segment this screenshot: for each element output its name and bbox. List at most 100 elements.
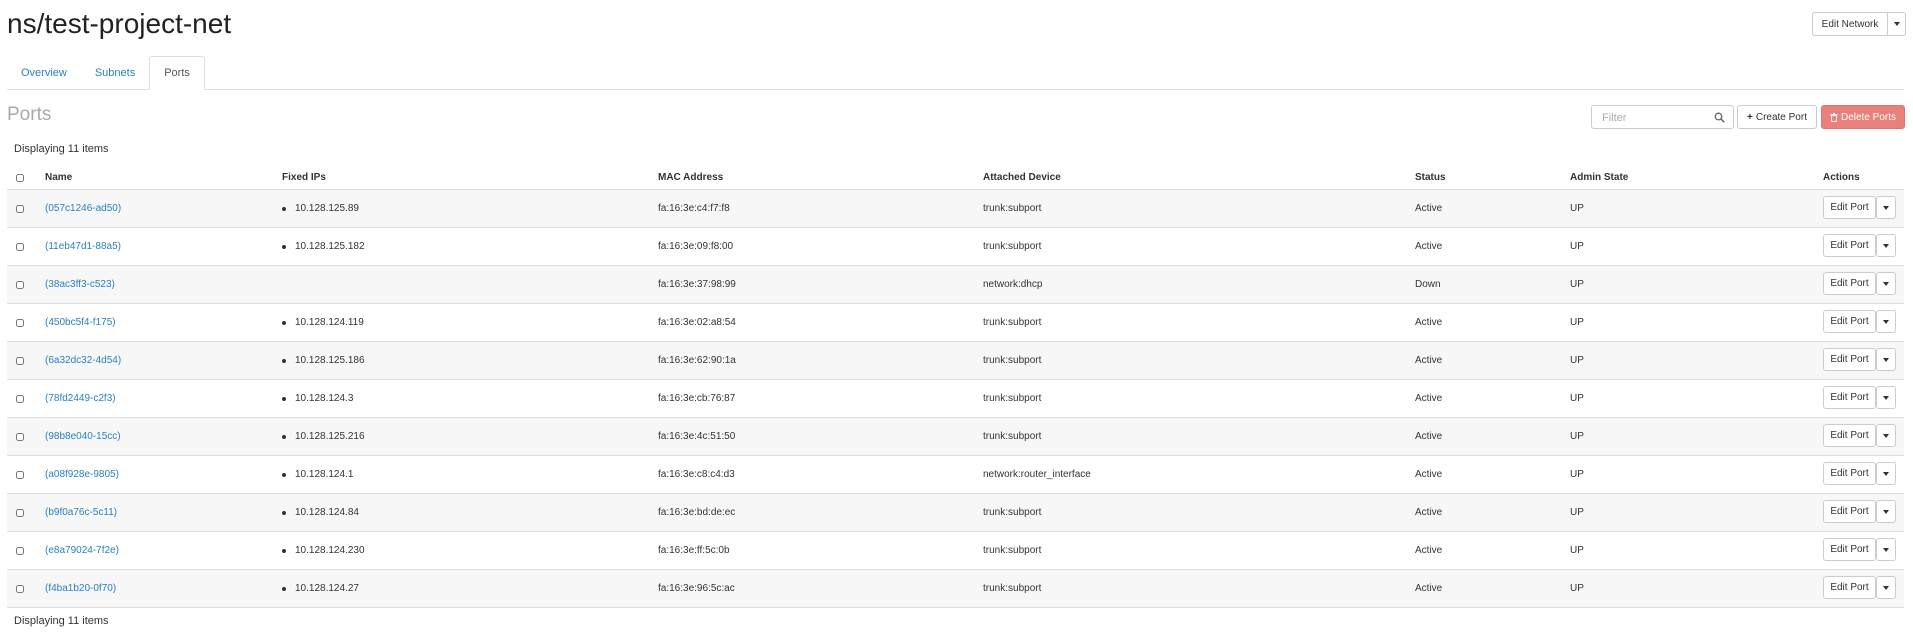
attached-device: network:dhcp	[983, 279, 1043, 290]
tab-overview[interactable]: Overview	[7, 56, 81, 89]
row-actions: Edit Port	[1823, 538, 1896, 561]
bullet-icon	[282, 472, 286, 477]
edit-port-button[interactable]: Edit Port	[1823, 234, 1876, 257]
status: Active	[1415, 203, 1443, 214]
caret-down-icon	[1883, 509, 1889, 514]
row-actions-dropdown-toggle[interactable]	[1876, 386, 1896, 409]
edit-port-button[interactable]: Edit Port	[1823, 348, 1876, 371]
table-row: (98b8e040-15cc) 10.128.125.216 fa:16:3e:…	[7, 418, 1904, 456]
edit-port-button[interactable]: Edit Port	[1823, 538, 1876, 561]
mac-address: fa:16:3e:c8:c4:d3	[658, 469, 735, 480]
column-header-name[interactable]: Name	[45, 166, 72, 189]
row-actions-dropdown-toggle[interactable]	[1876, 196, 1896, 219]
port-name-link[interactable]: (057c1246-ad50)	[45, 203, 121, 214]
edit-port-button[interactable]: Edit Port	[1823, 272, 1876, 295]
port-name-link[interactable]: (78fd2449-c2f3)	[45, 393, 116, 404]
tab-ports[interactable]: Ports	[149, 56, 205, 90]
table-row: (057c1246-ad50) 10.128.125.89 fa:16:3e:c…	[7, 190, 1904, 228]
row-actions: Edit Port	[1823, 234, 1896, 257]
plus-icon: +	[1747, 111, 1753, 123]
search-icon[interactable]	[1714, 112, 1725, 123]
attached-device: trunk:subport	[983, 545, 1042, 556]
table-row: (78fd2449-c2f3) 10.128.124.3 fa:16:3e:cb…	[7, 380, 1904, 418]
row-checkbox[interactable]	[16, 470, 24, 479]
column-header-mac-address[interactable]: MAC Address	[658, 166, 723, 189]
ports-table-body: (057c1246-ad50) 10.128.125.89 fa:16:3e:c…	[7, 190, 1904, 608]
row-checkbox[interactable]	[16, 508, 24, 517]
filter-input[interactable]	[1600, 107, 1714, 129]
port-name-link[interactable]: (a08f928e-9805)	[45, 469, 119, 480]
row-actions-dropdown-toggle[interactable]	[1876, 424, 1896, 447]
bullet-icon	[282, 548, 286, 553]
admin-state: UP	[1570, 469, 1584, 480]
fixed-ip: 10.128.124.27	[295, 583, 359, 594]
edit-port-button[interactable]: Edit Port	[1823, 576, 1876, 599]
fixed-ip: 10.128.124.119	[295, 317, 364, 328]
edit-port-button[interactable]: Edit Port	[1823, 500, 1876, 523]
row-actions: Edit Port	[1823, 576, 1896, 599]
column-header-status[interactable]: Status	[1415, 166, 1446, 189]
delete-ports-label: Delete Ports	[1840, 111, 1897, 123]
port-name-link[interactable]: (38ac3ff3-c523)	[45, 279, 115, 290]
mac-address: fa:16:3e:c4:f7:f8	[658, 203, 730, 214]
attached-device: trunk:subport	[983, 431, 1042, 442]
row-actions-dropdown-toggle[interactable]	[1876, 310, 1896, 333]
mac-address: fa:16:3e:bd:de:ec	[658, 507, 736, 518]
port-name-link[interactable]: (450bc5f4-f175)	[45, 317, 116, 328]
row-actions-dropdown-toggle[interactable]	[1876, 576, 1896, 599]
port-name-link[interactable]: (b9f0a76c-5c11)	[45, 507, 117, 518]
caret-down-icon	[1883, 471, 1889, 476]
table-row: (6a32dc32-4d54) 10.128.125.186 fa:16:3e:…	[7, 342, 1904, 380]
row-checkbox[interactable]	[16, 546, 24, 555]
row-checkbox[interactable]	[16, 584, 24, 593]
column-header-admin-state[interactable]: Admin State	[1570, 166, 1628, 189]
fixed-ip: 10.128.124.84	[295, 507, 359, 518]
row-actions-dropdown-toggle[interactable]	[1876, 538, 1896, 561]
mac-address: fa:16:3e:62:90:1a	[658, 355, 736, 366]
caret-down-icon	[1883, 243, 1889, 248]
edit-port-button[interactable]: Edit Port	[1823, 310, 1876, 333]
row-actions: Edit Port	[1823, 348, 1896, 371]
fixed-ip: 10.128.125.89	[295, 203, 359, 214]
column-header-attached-device[interactable]: Attached Device	[983, 166, 1061, 189]
bullet-icon	[282, 396, 286, 401]
edit-port-button[interactable]: Edit Port	[1823, 424, 1876, 447]
port-name-link[interactable]: (f4ba1b20-0f70)	[45, 583, 116, 594]
row-actions-dropdown-toggle[interactable]	[1876, 462, 1896, 485]
status: Active	[1415, 393, 1443, 404]
fixed-ip: 10.128.124.3	[295, 393, 354, 404]
row-actions-dropdown-toggle[interactable]	[1876, 348, 1896, 371]
bullet-icon	[282, 206, 286, 211]
table-header: Name Fixed IPs MAC Address Attached Devi…	[7, 166, 1904, 191]
caret-down-icon	[1883, 585, 1889, 590]
delete-ports-button[interactable]: Delete Ports	[1821, 105, 1905, 129]
tab-subnets[interactable]: Subnets	[81, 56, 149, 89]
row-checkbox[interactable]	[16, 318, 24, 327]
row-checkbox[interactable]	[16, 242, 24, 251]
edit-network-button[interactable]: Edit Network	[1812, 12, 1888, 36]
create-port-button[interactable]: + Create Port	[1737, 105, 1817, 129]
column-header-fixed-ips[interactable]: Fixed IPs	[282, 166, 326, 189]
row-actions: Edit Port	[1823, 424, 1896, 447]
row-checkbox[interactable]	[16, 356, 24, 365]
row-actions-dropdown-toggle[interactable]	[1876, 234, 1896, 257]
select-all-checkbox[interactable]	[16, 173, 24, 182]
row-actions-dropdown-toggle[interactable]	[1876, 272, 1896, 295]
edit-network-dropdown-toggle[interactable]	[1888, 12, 1906, 36]
port-name-link[interactable]: (11eb47d1-88a5)	[45, 241, 121, 252]
fixed-ip: 10.128.125.186	[295, 355, 365, 366]
port-name-link[interactable]: (6a32dc32-4d54)	[45, 355, 121, 366]
bullet-icon	[282, 434, 286, 439]
row-checkbox[interactable]	[16, 432, 24, 441]
edit-port-button[interactable]: Edit Port	[1823, 196, 1876, 219]
port-name-link[interactable]: (98b8e040-15cc)	[45, 431, 121, 442]
port-name-link[interactable]: (e8a79024-7f2e)	[45, 545, 119, 556]
caret-down-icon	[1883, 547, 1889, 552]
row-checkbox[interactable]	[16, 280, 24, 289]
tab-bar: Overview Subnets Ports	[7, 56, 1904, 90]
edit-port-button[interactable]: Edit Port	[1823, 386, 1876, 409]
row-checkbox[interactable]	[16, 204, 24, 213]
row-actions-dropdown-toggle[interactable]	[1876, 500, 1896, 523]
row-checkbox[interactable]	[16, 394, 24, 403]
edit-port-button[interactable]: Edit Port	[1823, 462, 1876, 485]
